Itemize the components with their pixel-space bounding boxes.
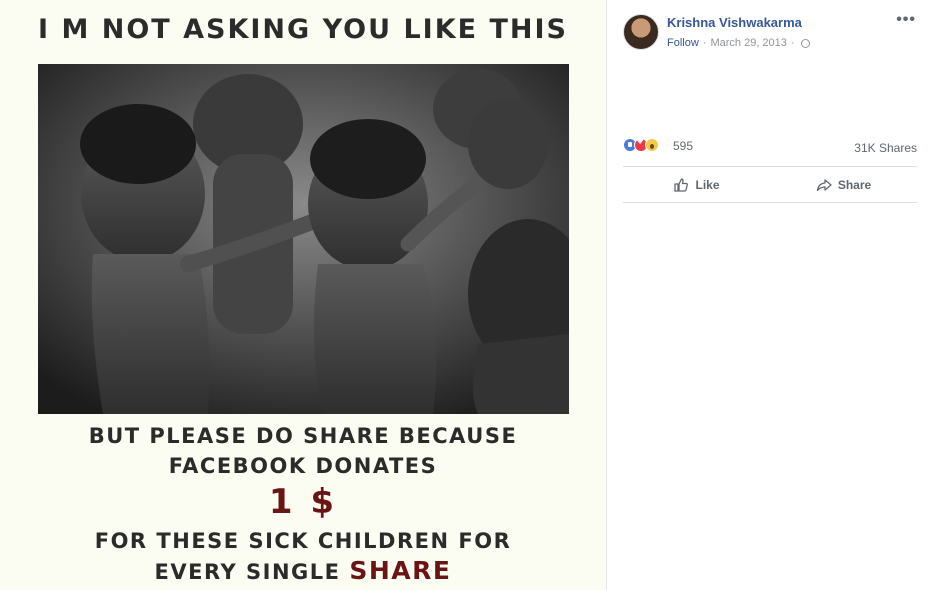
post-image[interactable]: I M NOT ASKING YOU LIKE THIS BUT PLEASE …	[0, 0, 606, 590]
poster-caption-line1: BUT PLEASE DO SHARE BECAUSE	[88, 424, 518, 448]
avatar[interactable]	[623, 14, 659, 50]
action-row: Like Share	[623, 168, 917, 202]
shares-count[interactable]: 31K Shares	[854, 141, 917, 155]
poster-headline: I M NOT ASKING YOU LIKE THIS	[38, 14, 568, 45]
like-button-label: Like	[695, 178, 720, 192]
share-button-label: Share	[837, 178, 872, 192]
children-photo	[38, 64, 569, 414]
thumbs-up-icon	[673, 177, 689, 193]
post-meta: Follow · March 29, 2013 ·	[667, 37, 810, 49]
divider	[623, 166, 917, 167]
wow-reaction-icon	[645, 138, 659, 152]
poster-caption-line3: FOR THESE SICK CHILDREN FOR	[94, 529, 512, 553]
divider	[623, 202, 917, 203]
share-arrow-icon	[816, 177, 832, 193]
reaction-icons[interactable]	[623, 137, 659, 152]
poster-caption-line4: EVERY SINGLE SHARE	[0, 556, 606, 585]
poster-amount: 1 $	[268, 482, 338, 522]
share-button[interactable]: Share	[770, 168, 917, 202]
reaction-count[interactable]: 595	[673, 139, 693, 153]
post-date[interactable]: March 29, 2013	[710, 37, 786, 49]
poster-caption-line4-prefix: EVERY SINGLE	[154, 560, 341, 584]
author-name[interactable]: Krishna Vishwakarma	[667, 15, 802, 30]
post-panel: Krishna Vishwakarma Follow · March 29, 2…	[606, 0, 930, 590]
globe-icon[interactable]	[800, 38, 810, 48]
like-button[interactable]: Like	[623, 168, 770, 202]
meta-separator-2: ·	[790, 37, 795, 49]
reactions-row: 595 31K Shares	[623, 137, 917, 156]
follow-link[interactable]: Follow	[667, 37, 699, 49]
meta-separator: ·	[702, 37, 707, 49]
poster-caption-line2: FACEBOOK DONATES	[168, 454, 438, 478]
more-options-icon[interactable]: •••	[896, 11, 916, 29]
poster-share-highlight: SHARE	[349, 556, 452, 585]
